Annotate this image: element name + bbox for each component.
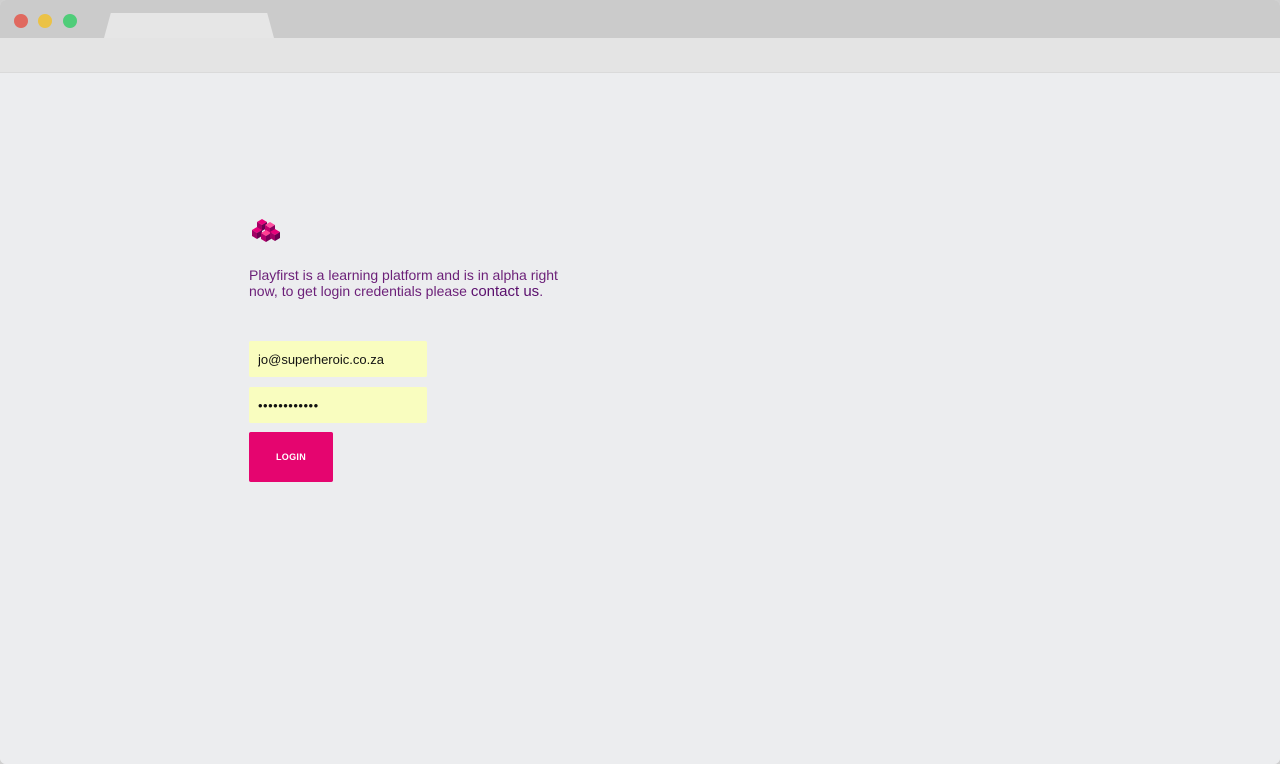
browser-window: Playfirst is a learning platform and is … — [0, 0, 1280, 764]
intro-suffix: . — [539, 283, 544, 299]
browser-titlebar — [0, 0, 1280, 38]
browser-tab[interactable] — [104, 13, 274, 38]
maximize-window-button[interactable] — [63, 14, 77, 28]
login-button[interactable]: LOGIN — [249, 432, 333, 482]
contact-us-link[interactable]: contact us — [471, 283, 539, 300]
email-field[interactable] — [249, 341, 427, 377]
browser-toolbar — [0, 38, 1280, 73]
minimize-window-button[interactable] — [38, 14, 52, 28]
page-viewport: Playfirst is a learning platform and is … — [0, 73, 1280, 764]
playfirst-logo-icon — [252, 219, 280, 242]
password-field[interactable] — [249, 387, 427, 423]
intro-paragraph: Playfirst is a learning platform and is … — [249, 267, 569, 300]
close-window-button[interactable] — [14, 14, 28, 28]
